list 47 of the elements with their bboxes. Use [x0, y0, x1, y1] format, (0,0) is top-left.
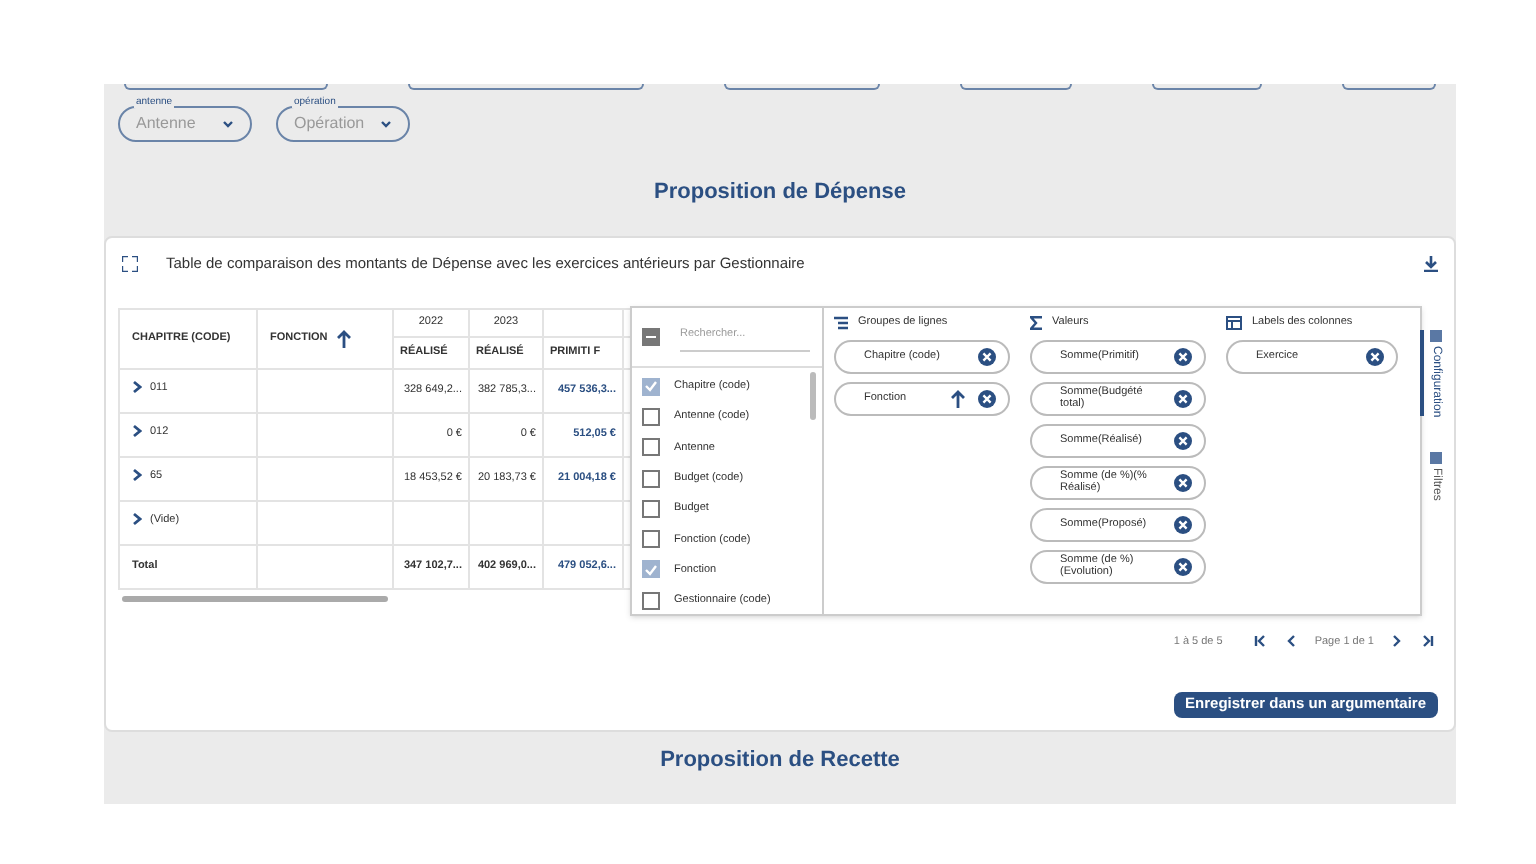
field-outline[interactable] — [960, 84, 1072, 90]
remove-icon[interactable] — [1174, 431, 1192, 449]
chevron-down-icon — [222, 120, 234, 128]
scrollbar[interactable] — [122, 595, 388, 601]
next-page-icon[interactable] — [1390, 634, 1404, 649]
remove-icon[interactable] — [978, 347, 996, 365]
checkbox[interactable] — [642, 591, 660, 610]
remove-icon[interactable] — [1174, 389, 1192, 407]
expand-icon[interactable] — [122, 255, 138, 271]
remove-icon[interactable] — [1366, 347, 1384, 365]
checkbox[interactable] — [642, 560, 660, 579]
chevron-right-icon[interactable] — [132, 512, 142, 527]
field-outline[interactable] — [723, 84, 881, 90]
checkbox[interactable] — [642, 469, 660, 488]
sigma-icon — [1030, 316, 1042, 330]
download-icon[interactable] — [1424, 255, 1438, 271]
checkbox[interactable] — [642, 327, 660, 345]
field-outline[interactable] — [1151, 84, 1262, 90]
last-page-icon[interactable] — [1420, 634, 1434, 649]
sort-up-icon[interactable] — [335, 329, 352, 347]
chevron-right-icon[interactable] — [132, 468, 142, 483]
remove-icon[interactable] — [978, 389, 996, 407]
previous-page-icon[interactable] — [1284, 634, 1299, 649]
field-value: Antenne — [136, 112, 196, 136]
sort-up-icon[interactable] — [950, 389, 966, 407]
section-title: Proposition de Recette — [660, 747, 900, 771]
chevron-right-icon[interactable] — [132, 380, 142, 395]
checkbox[interactable] — [642, 499, 660, 518]
field-outline[interactable] — [124, 84, 329, 90]
field-value: Opération — [294, 112, 365, 136]
chevron-down-icon — [380, 120, 392, 128]
table-icon — [1226, 316, 1242, 330]
checkbox[interactable] — [642, 438, 660, 457]
remove-icon[interactable] — [1174, 473, 1192, 491]
rows-icon — [834, 316, 848, 330]
section-title: Proposition de Dépense — [654, 180, 906, 204]
field-outline[interactable] — [1341, 84, 1437, 90]
remove-icon[interactable] — [1174, 557, 1192, 575]
remove-icon[interactable] — [1174, 347, 1192, 365]
checkbox[interactable] — [642, 377, 660, 396]
first-page-icon[interactable] — [1254, 634, 1269, 649]
field-outline[interactable] — [408, 84, 644, 90]
chevron-right-icon[interactable] — [132, 424, 142, 439]
checkbox[interactable] — [642, 530, 660, 549]
scrollbar[interactable] — [810, 371, 816, 419]
remove-icon[interactable] — [1174, 515, 1192, 533]
checkbox[interactable] — [642, 407, 660, 426]
